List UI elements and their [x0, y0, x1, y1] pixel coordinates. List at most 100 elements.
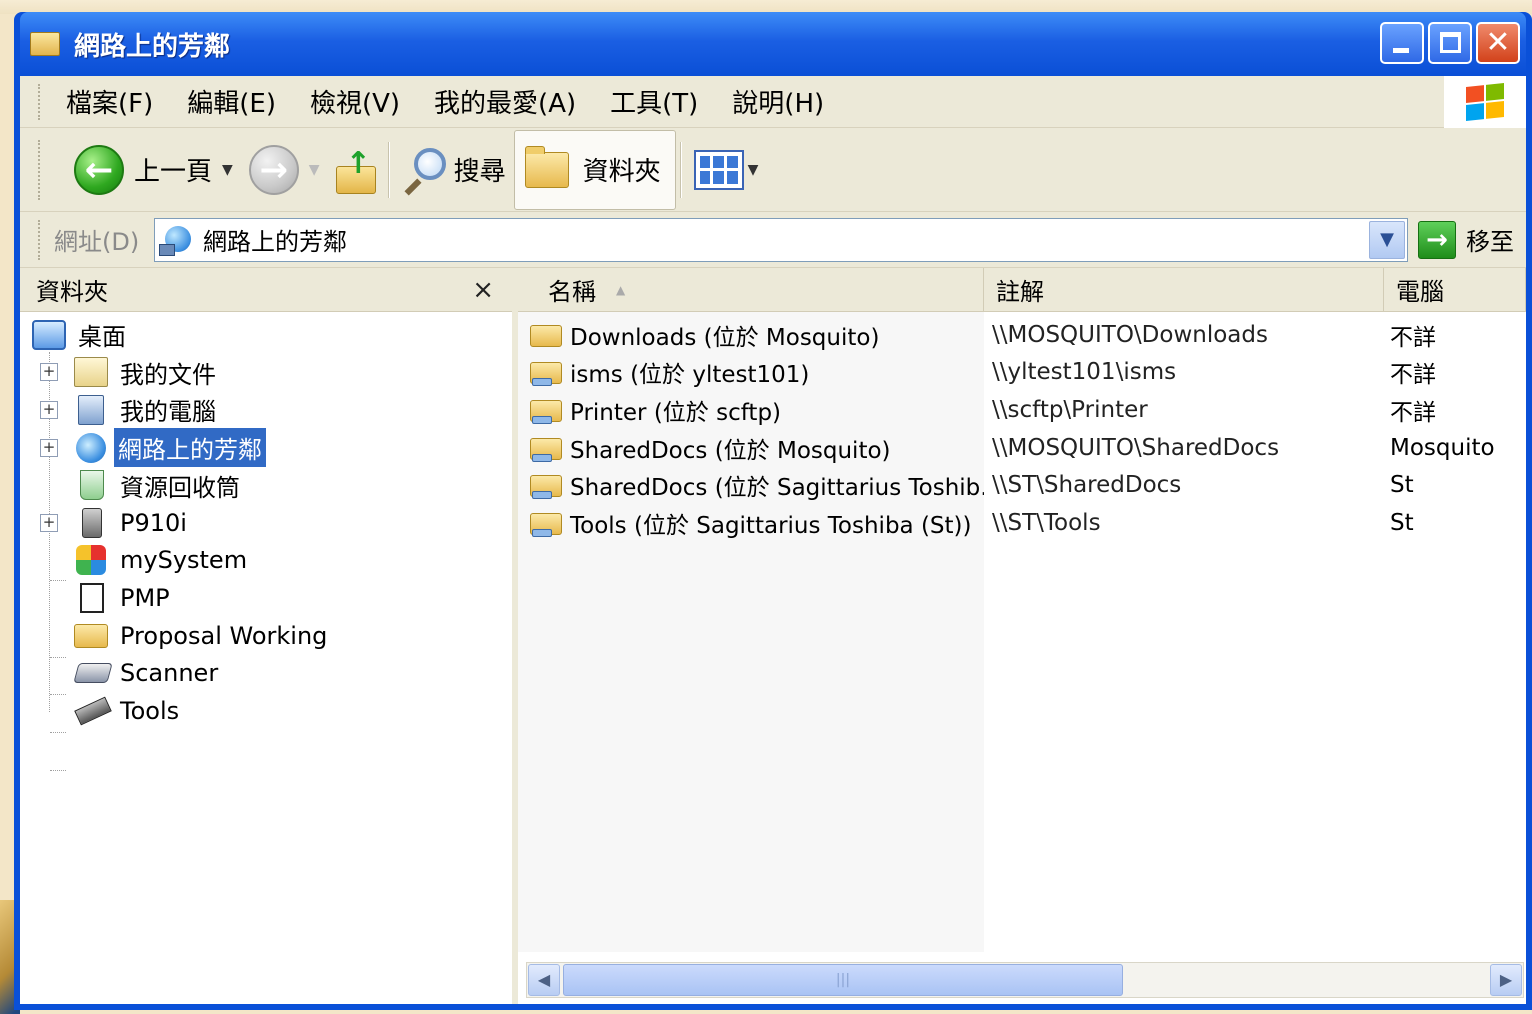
tree-item-my-documents[interactable]: + 我的文件	[20, 354, 512, 392]
folders-pane-header: 資料夾 ×	[20, 268, 512, 312]
sort-ascending-icon: ▲	[616, 282, 626, 297]
tree-item-desktop[interactable]: 桌面	[20, 316, 512, 354]
maximize-button[interactable]	[1428, 22, 1472, 64]
search-icon	[402, 147, 446, 195]
tree-item-recycle-bin[interactable]: 資源回收筒	[20, 466, 512, 504]
menu-tools[interactable]: 工具(T)	[610, 83, 698, 120]
main-area: 資料夾 × 桌面 + 我的文件 + 我的電腦 + 網路上的芳鄰 資源回收筒 + …	[20, 268, 1526, 1004]
close-icon[interactable]: ×	[472, 275, 494, 305]
network-share-icon	[530, 434, 562, 462]
tree-item-my-computer[interactable]: + 我的電腦	[20, 391, 512, 429]
back-dropdown-icon[interactable]: ▼	[222, 162, 233, 178]
menu-help[interactable]: 說明(H)	[732, 83, 824, 120]
tree-item-label: mySystem	[120, 546, 248, 575]
back-button[interactable]: ← 上一頁 ▼	[66, 135, 241, 205]
item-name: Tools (位於 Sagittarius Toshiba (St))	[570, 512, 972, 539]
tree-item-network-places[interactable]: + 網路上的芳鄰	[20, 428, 512, 468]
tree-item-proposal-working[interactable]: Proposal Working	[20, 617, 512, 655]
column-header-name[interactable]: 名稱 ▲	[518, 268, 984, 311]
window-client: 檔案(F) 編輯(E) 檢視(V) 我的最愛(A) 工具(T) 說明(H) ← …	[20, 76, 1526, 1004]
menu-view[interactable]: 檢視(V)	[310, 83, 400, 120]
item-computer: 不詳	[1390, 324, 1436, 351]
tree-item-label: 我的文件	[120, 360, 216, 389]
expand-icon[interactable]: +	[40, 438, 58, 457]
tree-item-label: P910i	[120, 508, 187, 537]
expand-icon[interactable]: +	[40, 400, 58, 419]
network-places-icon	[159, 224, 195, 256]
item-computer: St	[1390, 509, 1414, 536]
scroll-right-button[interactable]: ▶	[1490, 964, 1522, 996]
item-computer: Mosquito	[1390, 434, 1495, 461]
item-computer: 不詳	[1390, 362, 1436, 389]
toolbar-separator	[387, 141, 390, 198]
folder-icon	[30, 32, 60, 56]
item-comment: \\MOSQUITO\SharedDocs	[992, 434, 1280, 461]
tree-connector	[50, 732, 66, 733]
address-dropdown-button[interactable]: ▼	[1369, 220, 1405, 259]
list-item[interactable]: Tools (位於 Sagittarius Toshiba (St)) \\ST…	[518, 504, 1526, 542]
forward-button[interactable]: → ▼	[241, 135, 328, 205]
list-item[interactable]: Downloads (位於 Mosquito) \\MOSQUITO\Downl…	[518, 316, 1526, 354]
forward-dropdown-icon[interactable]: ▼	[309, 162, 320, 178]
expand-icon[interactable]: +	[40, 363, 58, 382]
computer-icon	[78, 394, 104, 425]
toolbar-grip[interactable]	[38, 220, 42, 260]
list-item[interactable]: Printer (位於 scftp) \\scftp\Printer 不詳	[518, 391, 1526, 429]
item-computer: 不詳	[1390, 399, 1436, 426]
toolbar-grip[interactable]	[38, 140, 42, 200]
address-label: 網址(D)	[54, 228, 140, 256]
search-button[interactable]: 搜尋	[394, 135, 514, 205]
tree-item-mysystem[interactable]: mySystem	[20, 542, 512, 580]
standard-toolbar: ← 上一頁 ▼ → ▼ ↑ 搜尋 資料夾 ▼	[20, 128, 1526, 212]
tree-item-label: PMP	[120, 583, 170, 612]
address-field[interactable]: 網路上的芳鄰 ▼	[154, 217, 1408, 262]
folders-button[interactable]: 資料夾	[513, 129, 676, 210]
minimize-button[interactable]	[1380, 22, 1424, 64]
column-label: 註解	[996, 278, 1044, 306]
item-comment: \\MOSQUITO\Downloads	[992, 321, 1268, 348]
folder-icon	[524, 145, 569, 188]
list-item[interactable]: isms (位於 yltest101) \\yltest101\isms 不詳	[518, 354, 1526, 392]
toolbar-separator	[679, 141, 682, 198]
address-bar: 網址(D) 網路上的芳鄰 ▼ → 移至	[20, 212, 1526, 268]
explorer-window: 網路上的芳鄰 ✕ 檔案(F) 編輯(E) 檢視(V) 我的最愛(A) 工具(T)…	[14, 12, 1532, 1010]
column-header-comment[interactable]: 註解	[984, 268, 1384, 311]
menu-file[interactable]: 檔案(F)	[66, 83, 153, 120]
go-arrow-icon: →	[1418, 220, 1456, 259]
tree-item-label: 資源回收筒	[120, 473, 240, 502]
folder-icon	[74, 623, 108, 648]
address-value[interactable]: 網路上的芳鄰	[203, 222, 347, 257]
list-item[interactable]: SharedDocs (位於 Sagittarius Toshib... \\S…	[518, 466, 1526, 504]
tree-item-p910i[interactable]: + P910i	[20, 504, 512, 542]
title-bar[interactable]: 網路上的芳鄰 ✕	[20, 12, 1526, 76]
menu-favorites[interactable]: 我的最愛(A)	[434, 83, 576, 120]
system-icon	[76, 545, 106, 576]
up-folder-icon: ↑	[335, 146, 376, 194]
views-icon	[693, 149, 744, 190]
scroll-left-button[interactable]: ◀	[528, 964, 560, 996]
network-share-icon	[530, 471, 562, 500]
scrollbar-thumb[interactable]: |||	[563, 964, 1123, 996]
close-button[interactable]: ✕	[1476, 22, 1520, 64]
column-headers: 名稱 ▲ 註解 電腦	[518, 268, 1526, 312]
views-button[interactable]: ▼	[686, 135, 767, 205]
list-item[interactable]: SharedDocs (位於 Mosquito) \\MOSQUITO\Shar…	[518, 429, 1526, 467]
windows-flag-icon	[1466, 83, 1504, 121]
views-dropdown-icon[interactable]: ▼	[748, 162, 759, 178]
item-name: SharedDocs (位於 Mosquito)	[570, 437, 891, 464]
documents-icon	[74, 357, 108, 388]
back-arrow-icon: ←	[74, 144, 124, 195]
tree-item-pmp[interactable]: PMP	[20, 579, 512, 617]
chip-icon	[74, 696, 112, 726]
column-header-computer[interactable]: 電腦	[1384, 268, 1526, 311]
horizontal-scrollbar[interactable]: ◀ ||| ▶	[526, 962, 1524, 998]
up-button[interactable]: ↑	[328, 135, 384, 205]
tree-item-scanner[interactable]: Scanner	[20, 654, 512, 692]
recycle-bin-icon	[80, 470, 104, 501]
tree-item-tools[interactable]: Tools	[20, 692, 512, 730]
menu-edit[interactable]: 編輯(E)	[187, 83, 276, 120]
go-button[interactable]: → 移至	[1418, 220, 1514, 259]
toolbar-grip[interactable]	[38, 84, 42, 120]
item-name: isms (位於 yltest101)	[570, 362, 810, 389]
expand-icon[interactable]: +	[40, 513, 58, 532]
